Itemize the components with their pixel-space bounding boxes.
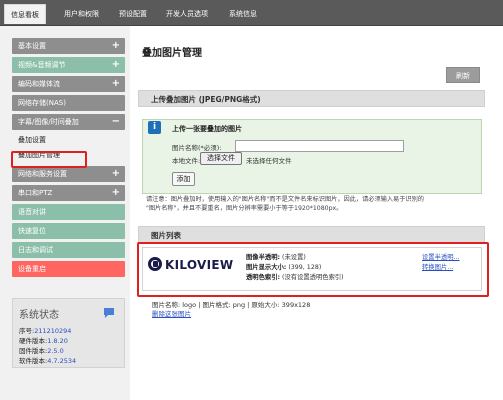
collapse-icon: − xyxy=(111,116,120,127)
sidebar-item-label: 日志和调试 xyxy=(18,246,53,254)
status-software: 软件版本:4.7.2534 xyxy=(19,357,77,365)
sidebar-item-nas[interactable]: 网络存储(NAS) xyxy=(12,95,125,111)
highlight-box-image xyxy=(137,242,489,297)
sidebar-item-label: 字幕/图像/时间叠加 xyxy=(18,118,79,126)
status-firmware: 固件版本:2.5.0 xyxy=(19,347,64,355)
image-name-input[interactable] xyxy=(235,140,404,152)
sidebar-item-label: 编码和媒体流 xyxy=(18,80,60,88)
expand-icon: + xyxy=(111,59,120,70)
sidebar-item-reboot[interactable]: 设备重启 xyxy=(12,261,125,277)
status-title: 系统状态 xyxy=(19,310,59,321)
sidebar-item-network[interactable]: 网络和服务设置 + xyxy=(12,166,125,182)
page-title: 叠加图片管理 xyxy=(142,48,202,59)
status-serial: 序号:211210294 xyxy=(19,327,72,335)
tab-system-info[interactable]: 系统信息 xyxy=(223,4,263,24)
expand-icon: + xyxy=(111,40,120,51)
sidebar-item-serial-ptz[interactable]: 串口和PTZ + xyxy=(12,185,125,201)
sidebar-item-basic[interactable]: 基本设置 + xyxy=(12,38,125,54)
expand-icon: + xyxy=(111,168,120,179)
tab-users[interactable]: 用户和权限 xyxy=(58,4,105,24)
sidebar-item-overlay[interactable]: 字幕/图像/时间叠加 − xyxy=(12,114,125,130)
upload-form-title: 上传一张要叠加的图片 xyxy=(172,125,242,133)
sidebar-item-label: 基本设置 xyxy=(18,42,46,50)
sidebar-subitem-overlay-settings[interactable]: 叠加设置 xyxy=(12,133,125,147)
sidebar-item-label: 网络存储(NAS) xyxy=(18,99,66,107)
file-status-text: 未选择任何文件 xyxy=(246,157,292,165)
sidebar-item-video-audio[interactable]: 视频&音频调节 + xyxy=(12,57,125,73)
refresh-button[interactable]: 刷新 xyxy=(446,67,480,83)
sidebar-item-label: 语音对讲 xyxy=(18,208,46,216)
highlight-box-subitem xyxy=(11,151,87,168)
expand-icon: + xyxy=(111,78,120,89)
image-name-label: 图片名称(*必须): xyxy=(172,144,222,152)
tab-developer[interactable]: 开发人员选项 xyxy=(160,4,214,24)
top-nav-bar: 信息看板 用户和权限 预设配置 开发人员选项 系统信息 xyxy=(0,0,503,26)
sidebar-item-label: 设备重启 xyxy=(18,265,46,273)
choose-file-button[interactable]: 选择文件 xyxy=(200,152,242,165)
upload-note: 请注意：图片叠加时，使用输入的"图片名称"而不是文件名来标识图片，因此，请必须输… xyxy=(146,196,424,212)
status-hardware: 硬件版本:1.8.20 xyxy=(19,337,68,345)
info-icon: i xyxy=(148,121,161,134)
local-file-label: 本地文件: xyxy=(172,157,201,165)
sidebar-item-intercom[interactable]: 语音对讲 xyxy=(12,204,125,220)
sidebar-item-label: 网络和服务设置 xyxy=(18,170,67,178)
sidebar-item-quick-reset[interactable]: 快速复位 xyxy=(12,223,125,239)
tab-dashboard[interactable]: 信息看板 xyxy=(4,4,46,24)
delete-image-link[interactable]: 删除这张图片 xyxy=(152,308,191,318)
sidebar-item-label: 串口和PTZ xyxy=(18,189,53,197)
sidebar-item-encoding[interactable]: 编码和媒体流 + xyxy=(12,76,125,92)
tab-presets[interactable]: 预设配置 xyxy=(113,4,153,24)
sidebar-item-logs[interactable]: 日志和调试 xyxy=(12,242,125,258)
image-list-header: 图片列表 xyxy=(138,226,485,243)
expand-icon: + xyxy=(111,187,120,198)
chat-icon xyxy=(104,308,114,318)
upload-section-header: 上传叠加图片 (JPEG/PNG格式) xyxy=(138,90,485,107)
sidebar-item-label: 视频&音频调节 xyxy=(18,61,66,69)
sidebar-item-label: 快速复位 xyxy=(18,227,46,235)
add-button[interactable]: 添加 xyxy=(172,172,195,186)
system-status-panel: 系统状态 序号:211210294 硬件版本:1.8.20 固件版本:2.5.0… xyxy=(12,298,125,368)
